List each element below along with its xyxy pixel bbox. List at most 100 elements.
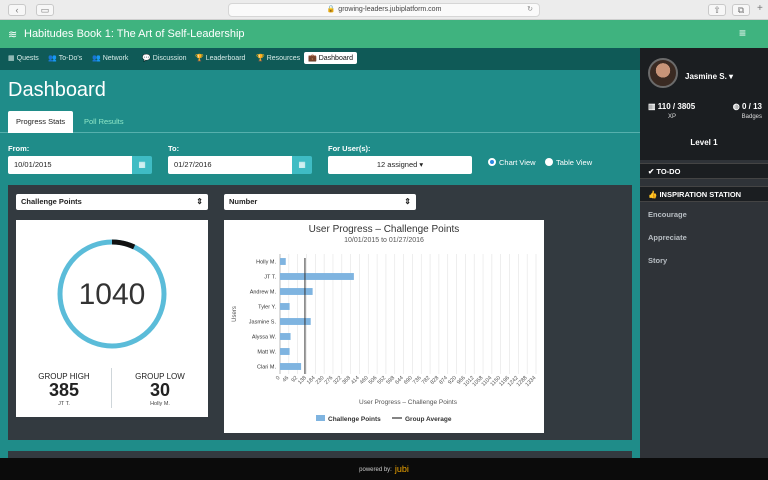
level-label: Level 1 [690, 138, 718, 147]
stats-card: 1040 GROUP HIGH 385 JT T. GROUP LOW 30 H… [16, 220, 208, 417]
lock-icon: 🔒 [326, 6, 336, 13]
y-tick-label: Holly M. [256, 259, 276, 265]
reload-icon[interactable]: ↻ [527, 4, 533, 16]
tab-poll-results[interactable]: Poll Results [76, 111, 132, 133]
calendar-icon[interactable]: ▦ [132, 156, 152, 174]
check-icon: ✔ [648, 167, 655, 176]
y-tick-label: Alyssa W. [252, 334, 277, 340]
select-caret-icon: ⇕ [404, 197, 411, 206]
users-icon: 👥 [92, 55, 101, 62]
table-view-radio[interactable]: Table View [545, 158, 592, 167]
browser-toolbar: ‹ ▭ 🔒 growing-leaders.jubiplatform.com ↻ … [0, 0, 768, 20]
xp-label: XP [668, 114, 677, 120]
tabs-icon[interactable]: ⧉ [732, 4, 750, 16]
group-high-value: 385 [48, 380, 80, 400]
metric-select[interactable]: Challenge Points ⇕ [16, 194, 208, 210]
footer: powered by: jubi [0, 458, 768, 480]
bar [280, 318, 311, 325]
bar [280, 363, 302, 370]
calendar-icon[interactable]: ▦ [292, 156, 312, 174]
page-title: Dashboard [8, 79, 106, 101]
nav-resources[interactable]: 🏆 Resources [256, 54, 300, 62]
bar-chart: 0 46 9213818423027632236841446050655259864… [232, 254, 538, 423]
secondary-panel [8, 451, 632, 458]
legend-swatch-bar [316, 415, 325, 421]
sidebar-item-appreciate[interactable]: Appreciate [648, 233, 687, 242]
mode-select[interactable]: Number ⇕ [224, 194, 416, 210]
sidebar-todo[interactable]: ✔ TO-DO [640, 163, 768, 179]
users-label: For User(s): [328, 144, 371, 153]
to-label: To: [168, 144, 180, 153]
badges-value: ◍ 0 / 13 [732, 102, 762, 111]
bar [280, 273, 354, 280]
x-tick-label: 1334 [525, 375, 538, 388]
nav-dashboard[interactable]: 💼 Dashboard [304, 52, 357, 64]
select-caret-icon: ⇕ [196, 197, 203, 206]
jubi-logo: jubi [394, 464, 409, 474]
sidebar-inspiration[interactable]: 👍 INSPIRATION STATION [640, 186, 768, 202]
chart-view-radio[interactable]: Chart View [488, 158, 536, 167]
layers-icon: ≋ [8, 29, 18, 41]
main-nav: ▦ Quests 👥 To-Do's 👥 Network 💬 Discussion 🏆 L… [0, 48, 640, 70]
x-axis-label: User Progress – Challenge Points [359, 399, 458, 406]
new-tab-icon[interactable]: + [757, 3, 763, 14]
powered-by-text: powered by: [359, 467, 392, 473]
menu-icon[interactable]: ≡ [739, 26, 746, 40]
nav-leaderboard[interactable]: 🏆 Leaderboard [195, 54, 245, 62]
nav-quests[interactable]: ▦ Quests [8, 54, 39, 62]
nav-discussion[interactable]: 💬 Discussion [142, 54, 187, 62]
from-date-input[interactable]: 10/01/2015 [8, 156, 132, 174]
chart-card: User Progress – Challenge Points 10/01/2… [224, 220, 544, 433]
radio-unselected-icon [545, 158, 553, 166]
radio-selected-icon [488, 158, 496, 166]
users-icon: 👥 [48, 55, 57, 62]
thumbs-up-icon: 👍 [648, 190, 658, 199]
trophy-icon: 🏆 [256, 55, 265, 62]
tab-progress-stats[interactable]: Progress Stats [8, 111, 74, 133]
sidebar-toggle-icon[interactable]: ▭ [36, 4, 54, 16]
x-tick-label: 0 [275, 375, 281, 381]
app-header: ≋ Habitudes Book 1: The Art of Self-Lead… [0, 20, 768, 48]
group-low-value: 30 [149, 380, 171, 400]
to-date-input[interactable]: 01/27/2016 [168, 156, 292, 174]
nav-todos[interactable]: 👥 To-Do's [48, 54, 82, 62]
bar [280, 348, 290, 355]
bar [280, 333, 291, 340]
trophy-icon: 🏆 [195, 55, 204, 62]
total-points: 1040 [78, 278, 146, 311]
badges-label: Badges [741, 114, 762, 120]
group-high-name: JT T. [58, 401, 70, 407]
bar [280, 288, 313, 295]
users-dropdown[interactable]: 12 assigned ▾ [328, 156, 472, 174]
sidebar-item-story[interactable]: Story [648, 256, 667, 265]
url-text: growing-leaders.jubiplatform.com [338, 6, 442, 13]
nav-network[interactable]: 👥 Network [92, 54, 128, 62]
app-title: Habitudes Book 1: The Art of Self-Leader… [24, 28, 245, 40]
from-label: From: [8, 144, 30, 153]
x-tick-label: 46 [282, 375, 291, 384]
share-icon[interactable]: ⇧ [708, 4, 726, 16]
group-low-name: Holly M. [150, 401, 170, 407]
legend-label: Group Average [405, 416, 452, 423]
tab-strip: Progress Stats Poll Results [0, 111, 640, 133]
bar [280, 303, 290, 310]
avatar[interactable] [648, 58, 678, 88]
y-tick-label: Jasmine S. [249, 319, 277, 325]
back-icon[interactable]: ‹ [8, 4, 26, 16]
xp-value: ▥ 110 / 3805 [648, 102, 696, 111]
user-menu[interactable]: Jasmine S. ▾ [685, 72, 733, 81]
address-bar[interactable]: 🔒 growing-leaders.jubiplatform.com ↻ [228, 3, 540, 17]
bar [280, 258, 286, 265]
briefcase-icon: 💼 [308, 55, 317, 62]
profile-block: Jasmine S. ▾ ▥ 110 / 3805 XP ◍ 0 / 13 Ba… [640, 48, 768, 160]
xp-icon: ▥ [648, 102, 656, 111]
y-tick-label: Andrew M. [250, 289, 277, 295]
chat-icon: 💬 [142, 55, 151, 62]
y-tick-label: Tyler Y. [258, 304, 276, 310]
y-axis-label: Users [232, 306, 238, 322]
y-tick-label: Clari M. [257, 364, 276, 370]
globe-icon: ◍ [732, 102, 740, 111]
y-tick-label: Matt W. [257, 349, 276, 355]
sidebar: Jasmine S. ▾ ▥ 110 / 3805 XP ◍ 0 / 13 Ba… [640, 48, 768, 458]
sidebar-item-encourage[interactable]: Encourage [648, 210, 687, 219]
